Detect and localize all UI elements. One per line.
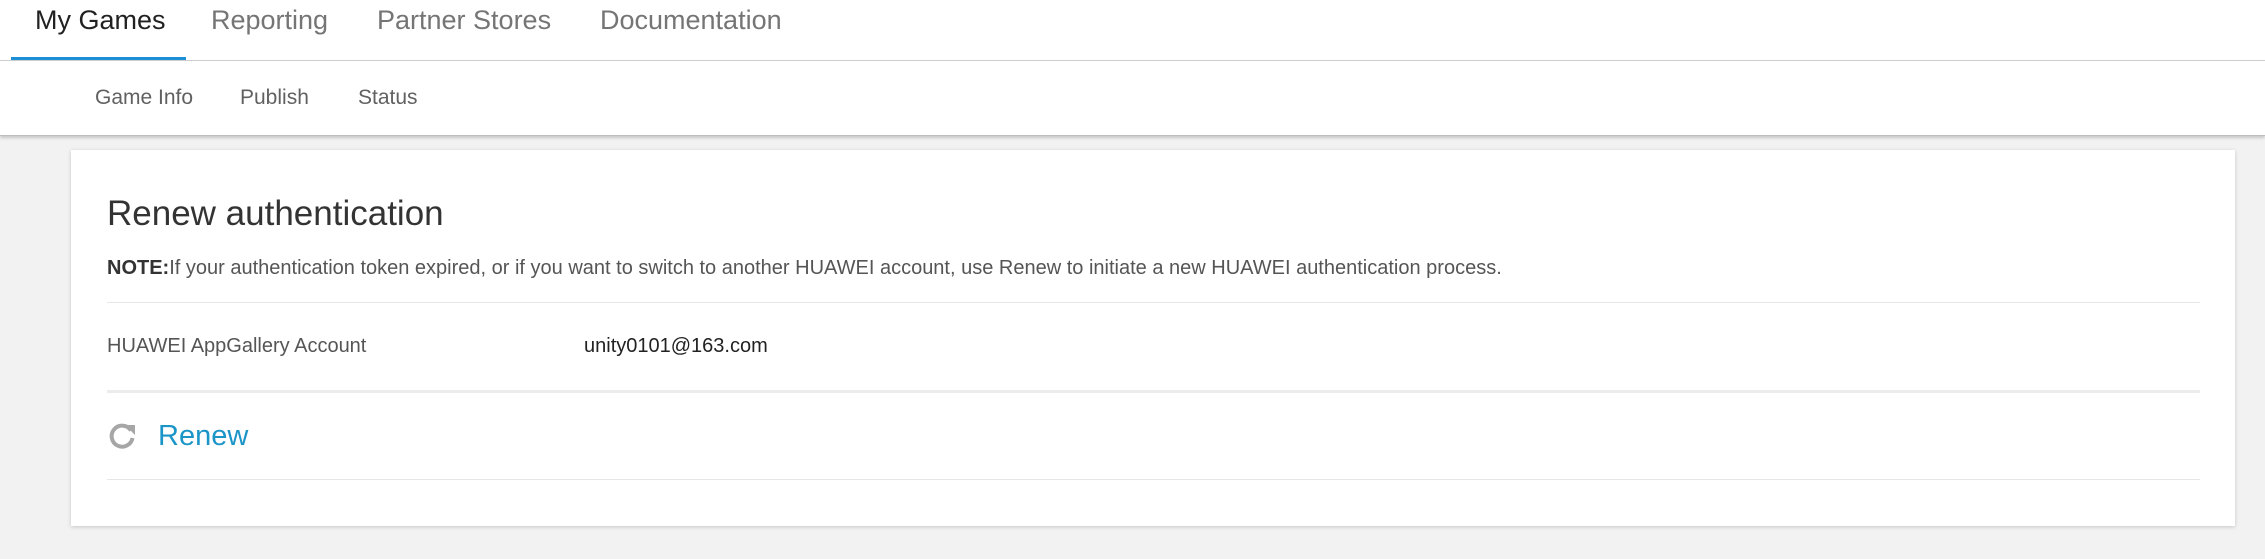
active-tab-indicator bbox=[11, 57, 186, 60]
tab-reporting[interactable]: Reporting bbox=[211, 0, 328, 60]
subtab-publish[interactable]: Publish bbox=[240, 86, 309, 110]
account-label: HUAWEI AppGallery Account bbox=[107, 335, 367, 357]
note-body: If your authentication token expired, or… bbox=[169, 257, 1502, 279]
card-title: Renew authentication bbox=[107, 194, 444, 233]
renew-button[interactable]: Renew bbox=[107, 416, 248, 456]
account-value: unity0101@163.com bbox=[584, 335, 768, 357]
subtab-game-info[interactable]: Game Info bbox=[95, 86, 193, 110]
tab-partner-stores[interactable]: Partner Stores bbox=[377, 0, 551, 60]
divider-top bbox=[107, 302, 2200, 303]
renew-label: Renew bbox=[158, 419, 249, 452]
divider-middle bbox=[107, 390, 2200, 393]
renew-auth-card: Renew authentication NOTE:If your authen… bbox=[71, 150, 2235, 526]
tab-documentation[interactable]: Documentation bbox=[600, 0, 782, 60]
refresh-icon bbox=[107, 421, 137, 451]
note-prefix: NOTE: bbox=[107, 257, 170, 279]
top-nav: My Games Reporting Partner Stores Docume… bbox=[0, 0, 2265, 61]
sub-nav: Game Info Publish Status bbox=[0, 61, 2265, 136]
subtab-status[interactable]: Status bbox=[358, 86, 418, 110]
tab-my-games[interactable]: My Games bbox=[35, 0, 166, 60]
note-text: NOTE:If your authentication token expire… bbox=[107, 257, 1502, 280]
divider-bottom bbox=[107, 479, 2200, 480]
